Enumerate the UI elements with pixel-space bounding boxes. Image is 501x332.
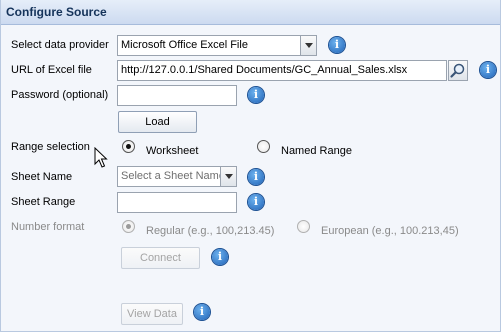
regular-format-radio-label: Regular (e.g., 100,213.45): [146, 225, 275, 237]
configure-source-panel: Configure Source Select data provider Mi…: [0, 0, 501, 332]
connect-button[interactable]: Connect: [121, 247, 200, 269]
worksheet-radio[interactable]: [122, 140, 135, 153]
url-label: URL of Excel file: [11, 64, 92, 76]
info-icon[interactable]: i: [329, 37, 345, 53]
sheet-name-select[interactable]: Select a Sheet Name: [117, 166, 221, 187]
regular-format-radio[interactable]: [122, 220, 135, 233]
provider-label: Select data provider: [11, 39, 109, 51]
range-selection-label: Range selection: [11, 141, 90, 153]
european-format-radio[interactable]: [297, 220, 310, 233]
worksheet-radio-label: Worksheet: [146, 145, 199, 157]
info-icon[interactable]: i: [212, 249, 228, 265]
info-icon[interactable]: i: [248, 194, 264, 210]
view-data-button[interactable]: View Data: [121, 303, 183, 325]
info-icon[interactable]: i: [248, 169, 264, 185]
european-format-radio-label: European (e.g., 100.213,45): [321, 225, 459, 237]
password-input[interactable]: [117, 85, 237, 106]
info-icon[interactable]: i: [194, 304, 210, 320]
info-icon[interactable]: i: [248, 87, 264, 103]
password-label: Password (optional): [11, 89, 109, 101]
panel-header: Configure Source: [1, 0, 500, 25]
sheet-range-label: Sheet Range: [11, 196, 76, 208]
provider-select[interactable]: Microsoft Office Excel File: [117, 35, 301, 56]
named-range-radio[interactable]: [257, 140, 270, 153]
named-range-radio-label: Named Range: [281, 145, 352, 157]
mouse-pointer-icon: [94, 147, 108, 168]
info-icon[interactable]: i: [480, 62, 496, 78]
load-button[interactable]: Load: [118, 111, 197, 133]
chevron-down-icon: [305, 43, 313, 48]
url-input[interactable]: http://127.0.0.1/Shared Documents/GC_Ann…: [117, 60, 447, 81]
sheet-range-input[interactable]: [117, 192, 237, 213]
panel-title: Configure Source: [6, 5, 107, 19]
sheet-name-dropdown-button[interactable]: [220, 166, 237, 187]
provider-dropdown-button[interactable]: [300, 35, 317, 56]
number-format-label: Number format: [11, 221, 85, 233]
sheet-name-label: Sheet Name: [11, 171, 73, 183]
magnifier-icon: [450, 63, 465, 78]
browse-button[interactable]: [448, 60, 468, 81]
chevron-down-icon: [225, 174, 233, 179]
